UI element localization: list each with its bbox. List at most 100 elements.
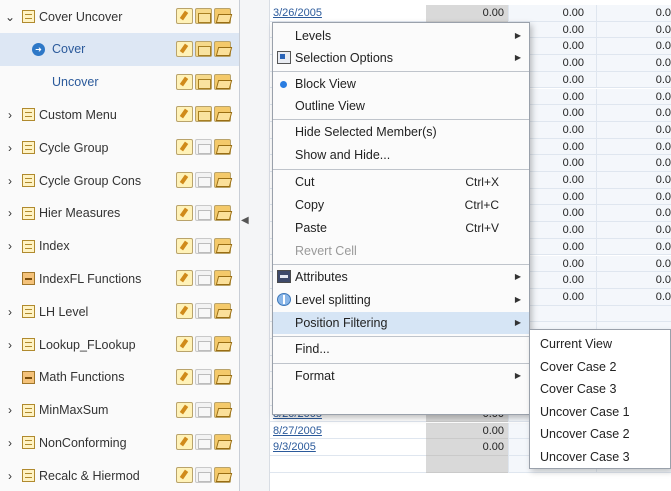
folder-icon[interactable] — [195, 8, 212, 24]
expand-chevron-icon[interactable]: › — [2, 305, 18, 319]
edit-icon[interactable] — [176, 270, 193, 287]
tree-item[interactable]: › NonConforming — [0, 426, 239, 459]
submenu-item[interactable]: Uncover Case 2 — [530, 423, 670, 445]
tree-item[interactable]: › LH Level — [0, 295, 239, 328]
open-folder-icon[interactable] — [214, 40, 231, 57]
edit-icon[interactable] — [176, 237, 193, 254]
open-folder-icon[interactable] — [214, 303, 231, 320]
submenu-item[interactable]: Uncover Case 1 — [530, 401, 670, 423]
edit-icon[interactable] — [176, 303, 193, 320]
edit-icon[interactable] — [176, 172, 193, 188]
folder-icon[interactable] — [195, 303, 212, 320]
expand-chevron-icon[interactable]: › — [2, 338, 18, 352]
tree-item[interactable]: › Recalc & Hiermod — [0, 459, 239, 491]
edit-icon[interactable] — [176, 434, 193, 451]
open-folder-icon[interactable] — [214, 106, 231, 123]
value-cell[interactable]: 0.0 — [596, 121, 671, 139]
open-folder-icon[interactable] — [214, 336, 231, 352]
open-folder-icon[interactable] — [214, 8, 231, 24]
folder-icon[interactable] — [195, 204, 212, 221]
folder-icon[interactable] — [195, 270, 212, 287]
edit-icon[interactable] — [176, 106, 193, 123]
menu-item-paste[interactable]: Paste Ctrl+V — [273, 217, 529, 239]
tree-item[interactable]: › Cycle Group — [0, 131, 239, 164]
edit-icon[interactable] — [176, 336, 193, 352]
expand-chevron-icon[interactable]: › — [2, 403, 18, 417]
value-cell[interactable]: 0.00 — [426, 5, 508, 22]
edit-icon[interactable] — [176, 139, 193, 156]
submenu-item[interactable]: Cover Case 3 — [530, 378, 670, 400]
open-folder-icon[interactable] — [214, 237, 231, 254]
value-cell[interactable]: 0.0 — [596, 71, 671, 89]
folder-icon[interactable] — [195, 139, 212, 156]
open-folder-icon[interactable] — [214, 73, 231, 90]
tree-item[interactable]: ⌄ Cover Uncover — [0, 0, 239, 33]
expand-chevron-icon[interactable]: › — [2, 141, 18, 155]
tree-item[interactable]: IndexFL Functions — [0, 262, 239, 295]
tree-item[interactable]: › MinMaxSum — [0, 394, 239, 427]
menu-item-hide-selected[interactable]: Hide Selected Member(s) — [273, 121, 529, 143]
panel-splitter[interactable] — [240, 0, 270, 491]
value-cell[interactable]: 0.0 — [596, 55, 671, 72]
expand-chevron-icon[interactable]: › — [2, 174, 18, 188]
value-cell[interactable]: 0.0 — [596, 238, 671, 256]
value-cell[interactable]: 0.00 — [426, 439, 508, 456]
tree-item[interactable]: › Custom Menu — [0, 98, 239, 131]
value-cell[interactable]: 0.0 — [596, 188, 671, 206]
menu-item-format[interactable]: Format ▶ — [273, 365, 529, 387]
open-folder-icon[interactable] — [214, 368, 231, 385]
edit-icon[interactable] — [176, 204, 193, 221]
folder-icon[interactable] — [195, 368, 212, 385]
tree-item[interactable]: Math Functions — [0, 361, 239, 394]
open-folder-icon[interactable] — [214, 467, 231, 484]
menu-item-attributes[interactable]: Attributes ▶ — [273, 266, 529, 288]
expand-chevron-icon[interactable]: ⌄ — [2, 10, 18, 24]
open-folder-icon[interactable] — [214, 139, 231, 156]
folder-icon[interactable] — [195, 172, 212, 188]
tree-item[interactable]: › Cycle Group Cons — [0, 164, 239, 197]
value-cell[interactable]: 0.00 — [426, 422, 508, 440]
expand-chevron-icon[interactable]: › — [2, 436, 18, 450]
edit-icon[interactable] — [176, 40, 193, 57]
expand-chevron-icon[interactable]: › — [2, 469, 18, 483]
tree-item[interactable]: › Hier Measures — [0, 197, 239, 230]
edit-icon[interactable] — [176, 467, 193, 484]
value-cell[interactable]: 0.0 — [596, 105, 671, 122]
edit-icon[interactable] — [176, 368, 193, 385]
submenu-item[interactable]: Cover Case 2 — [530, 356, 670, 378]
collapse-panel-handle[interactable]: ◀ — [241, 210, 249, 232]
open-folder-icon[interactable] — [214, 204, 231, 221]
folder-icon[interactable] — [195, 106, 212, 123]
edit-icon[interactable] — [176, 73, 193, 90]
folder-icon[interactable] — [195, 73, 212, 90]
value-cell[interactable]: 0.0 — [596, 255, 671, 273]
value-cell[interactable]: 0.0 — [596, 205, 671, 223]
value-cell[interactable]: 0.0 — [596, 272, 671, 289]
menu-item-outline-view[interactable]: Outline View — [273, 95, 529, 117]
menu-item-find[interactable]: Find... — [273, 338, 529, 360]
submenu-item[interactable]: Current View — [530, 333, 670, 355]
value-cell[interactable]: 0.0 — [596, 222, 671, 239]
value-cell[interactable] — [426, 455, 508, 473]
date-cell[interactable]: 9/3/2005 — [270, 439, 426, 456]
menu-item-cut[interactable]: Cut Ctrl+X — [273, 171, 529, 193]
folder-icon[interactable] — [195, 237, 212, 254]
open-folder-icon[interactable] — [214, 270, 231, 287]
value-cell[interactable] — [596, 305, 671, 323]
submenu-item[interactable]: Uncover Case 3 — [530, 446, 670, 468]
menu-item-selection-options[interactable]: Selection Options ▶ — [273, 47, 529, 69]
folder-icon[interactable] — [195, 401, 212, 418]
menu-item-position-filtering[interactable]: Position Filtering ▶ — [273, 312, 529, 334]
date-cell[interactable]: 8/27/2005 — [270, 422, 426, 440]
menu-item-copy[interactable]: Copy Ctrl+C — [273, 194, 529, 216]
open-folder-icon[interactable] — [214, 401, 231, 418]
folder-icon[interactable] — [195, 336, 212, 352]
menu-item-levels[interactable]: Levels ▶ — [273, 25, 529, 47]
folder-icon[interactable] — [195, 40, 212, 57]
expand-chevron-icon[interactable]: › — [2, 239, 18, 253]
menu-item-block-view[interactable]: Block View — [273, 73, 529, 95]
tree-item[interactable]: › Lookup_FLookup — [0, 328, 239, 361]
tree-item[interactable]: ➜ Cover — [0, 32, 239, 66]
value-cell[interactable]: 0.0 — [596, 288, 671, 306]
edit-icon[interactable] — [176, 8, 193, 24]
